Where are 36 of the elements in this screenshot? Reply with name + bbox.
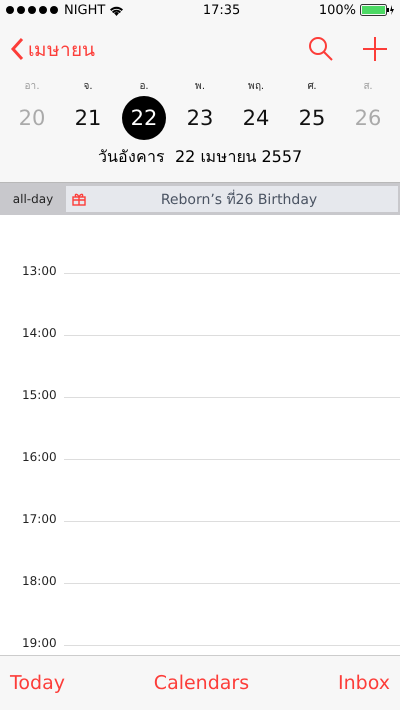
tab-button[interactable]: Today [10,672,65,694]
battery-icon [360,4,394,16]
date-title: วันอังคาร 22 เมษายน 2557 [96,146,304,168]
chevron-icon [10,37,24,61]
weekday-label: อ. [138,80,150,94]
hour-label: 16:00 [21,450,58,464]
weekday-label: อา. [23,80,41,94]
weekday-label: ศ. [306,80,318,94]
signal-icon [6,6,60,14]
day-button[interactable]: 25 [290,96,334,140]
day-button[interactable]: 21 [66,96,110,140]
back-button[interactable]: เมษายน [10,34,95,64]
weekday-label: จ. [82,80,94,94]
hour-label: 15:00 [21,388,58,402]
day-button[interactable]: 23 [178,96,222,140]
hour-label: 19:00 [21,636,58,650]
wifi-icon [109,4,124,16]
all-day-label: all-day [12,192,54,206]
gift-icon [72,192,86,206]
event-item[interactable]: Reborn’s ที่26 Birthday [66,186,398,212]
hour-label: 13:00 [21,264,58,278]
hour-label: 14:00 [21,326,58,340]
hour-label: 18:00 [21,574,58,588]
weekday-label: พฤ. [246,80,266,94]
hour-label: 17:00 [21,512,58,526]
weekday-label: ส. [362,80,374,94]
carrier-name: NIGHT [64,2,106,18]
battery-percent: 100% [318,2,356,18]
day-button[interactable]: 22 [122,96,166,140]
tab-button[interactable]: Inbox [338,672,390,694]
clock-time: 17:35 [202,2,240,18]
weekday-label: พ. [194,80,206,94]
add-icon[interactable] [362,36,388,62]
day-button[interactable]: 24 [234,96,278,140]
tab-button[interactable]: Calendars [154,672,250,694]
search-icon[interactable] [308,36,334,62]
